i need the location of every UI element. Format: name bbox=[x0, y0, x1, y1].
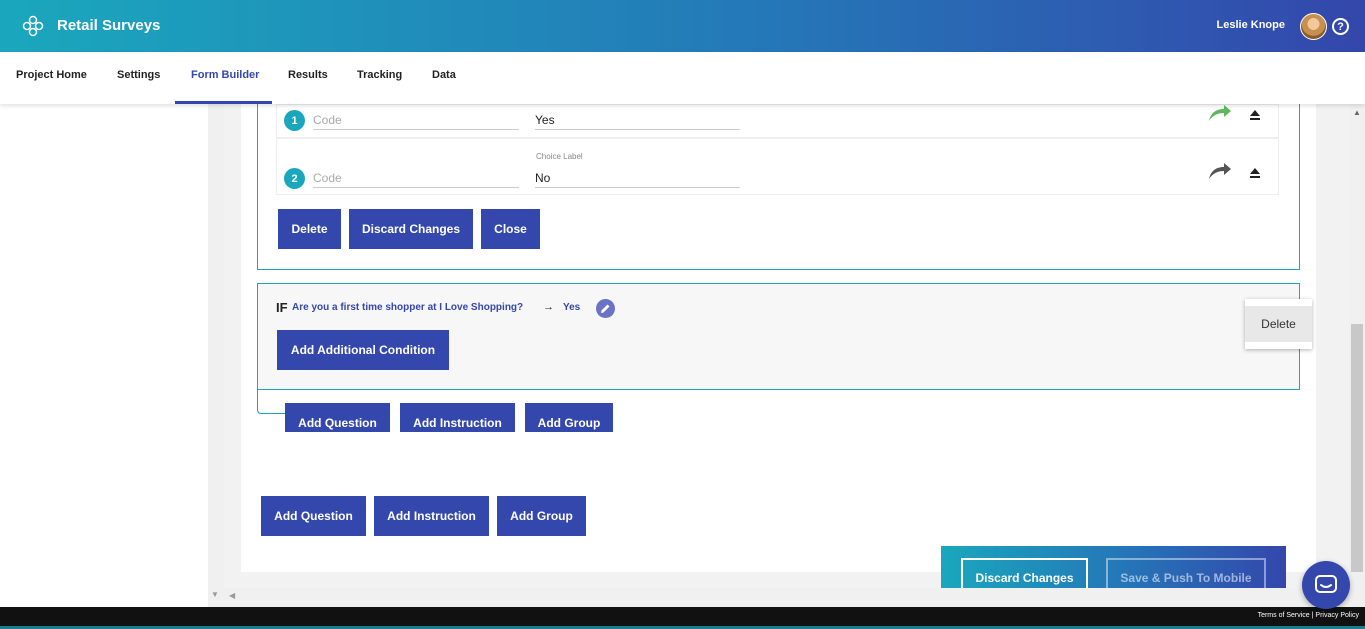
tab-data[interactable]: Data bbox=[432, 69, 456, 81]
add-group-button[interactable]: Add Group bbox=[497, 496, 586, 536]
tab-project-home[interactable]: Project Home bbox=[16, 69, 87, 81]
save-bar-overlap bbox=[941, 588, 1286, 604]
scroll-up-arrow-icon[interactable]: ▲ bbox=[1353, 108, 1361, 117]
move-up-icon[interactable] bbox=[1249, 167, 1261, 179]
choice-number-badge: 1 bbox=[284, 110, 305, 131]
footer-links: Terms of Service | Privacy Policy bbox=[1258, 612, 1359, 619]
group-connector bbox=[257, 390, 287, 414]
choice-label-input[interactable]: Yes bbox=[535, 110, 740, 130]
chat-icon bbox=[1315, 575, 1337, 593]
user-name[interactable]: Leslie Knope bbox=[1217, 19, 1285, 31]
choice-code-input[interactable] bbox=[313, 168, 519, 188]
terms-link[interactable]: Terms of Service bbox=[1258, 612, 1310, 619]
add-question-button[interactable]: Add Question bbox=[261, 496, 366, 536]
choice-number-badge: 2 bbox=[284, 168, 305, 189]
add-group-button[interactable]: Add Group bbox=[525, 403, 613, 432]
active-tab-indicator bbox=[175, 101, 272, 104]
app-title[interactable]: Retail Surveys bbox=[57, 17, 160, 34]
avatar[interactable] bbox=[1300, 13, 1327, 40]
skip-logic-arrow-icon[interactable] bbox=[1207, 161, 1233, 181]
pencil-icon[interactable] bbox=[596, 299, 615, 318]
chat-button[interactable] bbox=[1302, 561, 1350, 609]
arrow-right-icon: → bbox=[543, 301, 554, 313]
privacy-link[interactable]: Privacy Policy bbox=[1315, 612, 1359, 619]
footer-separator: | bbox=[1311, 612, 1314, 619]
skip-logic-arrow-icon[interactable] bbox=[1207, 103, 1233, 123]
tab-settings[interactable]: Settings bbox=[117, 69, 160, 81]
logo-icon[interactable] bbox=[22, 15, 44, 37]
add-instruction-button[interactable]: Add Instruction bbox=[400, 403, 515, 432]
left-panel bbox=[0, 104, 208, 607]
add-question-button[interactable]: Add Question bbox=[285, 403, 390, 432]
condition-answer: Yes bbox=[563, 302, 581, 313]
scroll-down-arrow-icon[interactable]: ▼ bbox=[211, 590, 219, 599]
context-menu-delete[interactable]: Delete bbox=[1245, 306, 1312, 342]
condition-question: Are you a first time shopper at I Love S… bbox=[292, 302, 524, 313]
add-instruction-button[interactable]: Add Instruction bbox=[374, 496, 489, 536]
tab-form-builder[interactable]: Form Builder bbox=[191, 69, 259, 81]
left-scrollbar[interactable] bbox=[208, 104, 224, 607]
close-button[interactable]: Close bbox=[481, 209, 540, 249]
delete-button[interactable]: Delete bbox=[278, 209, 341, 249]
move-up-icon[interactable] bbox=[1249, 109, 1261, 121]
app-header: Retail Surveys Leslie Knope ? bbox=[0, 0, 1365, 52]
context-menu: Delete bbox=[1245, 299, 1312, 349]
nav-bar: Project Home Settings Form Builder Resul… bbox=[0, 52, 1365, 104]
add-additional-condition-button[interactable]: Add Additional Condition bbox=[277, 330, 449, 370]
choice-label-input[interactable]: No bbox=[535, 168, 740, 188]
tab-tracking[interactable]: Tracking bbox=[357, 69, 402, 81]
right-scrollbar-thumb[interactable] bbox=[1351, 324, 1363, 572]
discard-changes-button[interactable]: Discard Changes bbox=[349, 209, 473, 249]
choice-code-input[interactable] bbox=[313, 110, 519, 130]
scroll-left-arrow-icon[interactable]: ◀ bbox=[229, 591, 235, 600]
help-icon[interactable]: ? bbox=[1332, 18, 1349, 35]
tab-results[interactable]: Results bbox=[288, 69, 328, 81]
choice-label-caption: Choice Label bbox=[536, 152, 583, 161]
if-label: IF bbox=[276, 300, 288, 315]
